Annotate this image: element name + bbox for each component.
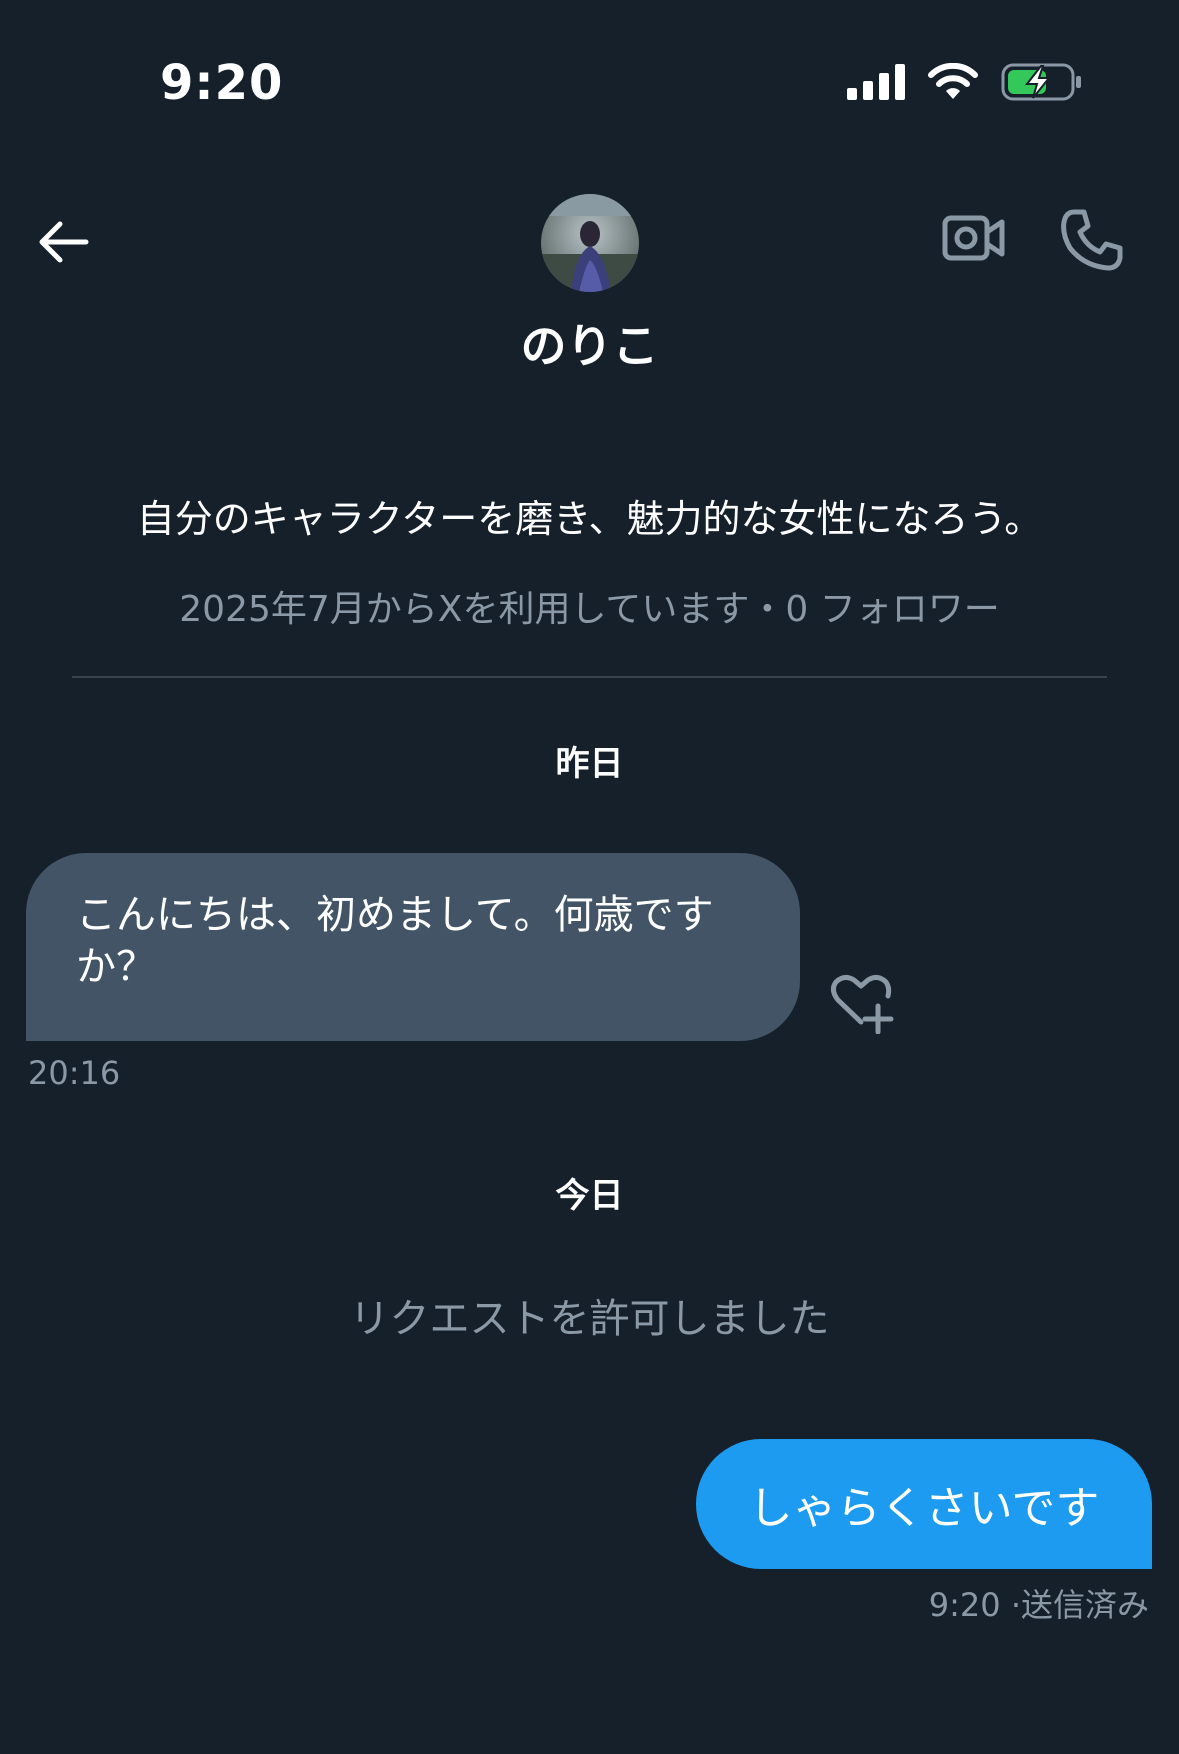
outgoing-message-time: 9:20: [928, 1586, 1001, 1624]
profile-bio: 自分のキャラクターを磨き、魅力的な女性になろう。: [136, 497, 1043, 541]
wifi-icon: [928, 63, 978, 99]
back-button[interactable]: [30, 210, 94, 274]
phone-call-icon: [1061, 209, 1123, 271]
profile-meta: 2025年7月からXを利用しています・0 フォロワー: [179, 589, 1000, 630]
contact-avatar[interactable]: [541, 194, 639, 292]
outgoing-message-status: ·送信済み: [1010, 1586, 1149, 1624]
video-call-icon: [942, 215, 1005, 261]
system-message: リクエストを許可しました: [349, 1296, 830, 1342]
incoming-message-bubble[interactable]: こんにちは、初めまして。何歳ですか？: [26, 853, 800, 1041]
voice-call-button[interactable]: [1060, 208, 1128, 276]
day-label-yesterday: 昨日: [555, 744, 624, 784]
heart-plus-icon: [830, 974, 894, 1035]
incoming-message-time: 20:16: [28, 1054, 121, 1092]
day-label-today: 今日: [555, 1176, 624, 1216]
battery-charging-icon: [1001, 63, 1081, 101]
status-icons: [847, 62, 1083, 102]
back-arrow-icon: [39, 221, 89, 263]
contact-name[interactable]: のりこ: [0, 310, 1179, 376]
conversation-header: のりこ: [0, 150, 1179, 380]
video-call-button[interactable]: [942, 210, 1010, 278]
avatar-image: [541, 194, 639, 292]
cellular-signal-icon: [847, 64, 905, 100]
status-bar: 9:20: [0, 0, 1179, 130]
divider: [72, 676, 1107, 678]
status-time: 9:20: [160, 55, 284, 111]
outgoing-message-bubble[interactable]: しゃらくさいです: [696, 1439, 1152, 1569]
add-reaction-button[interactable]: [828, 972, 894, 1035]
outgoing-message-text: しゃらくさいです: [748, 1483, 1100, 1534]
outgoing-message-meta: 9:20 ·送信済み: [929, 1580, 1149, 1626]
incoming-message-text: こんにちは、初めまして。何歳ですか？: [76, 892, 714, 990]
